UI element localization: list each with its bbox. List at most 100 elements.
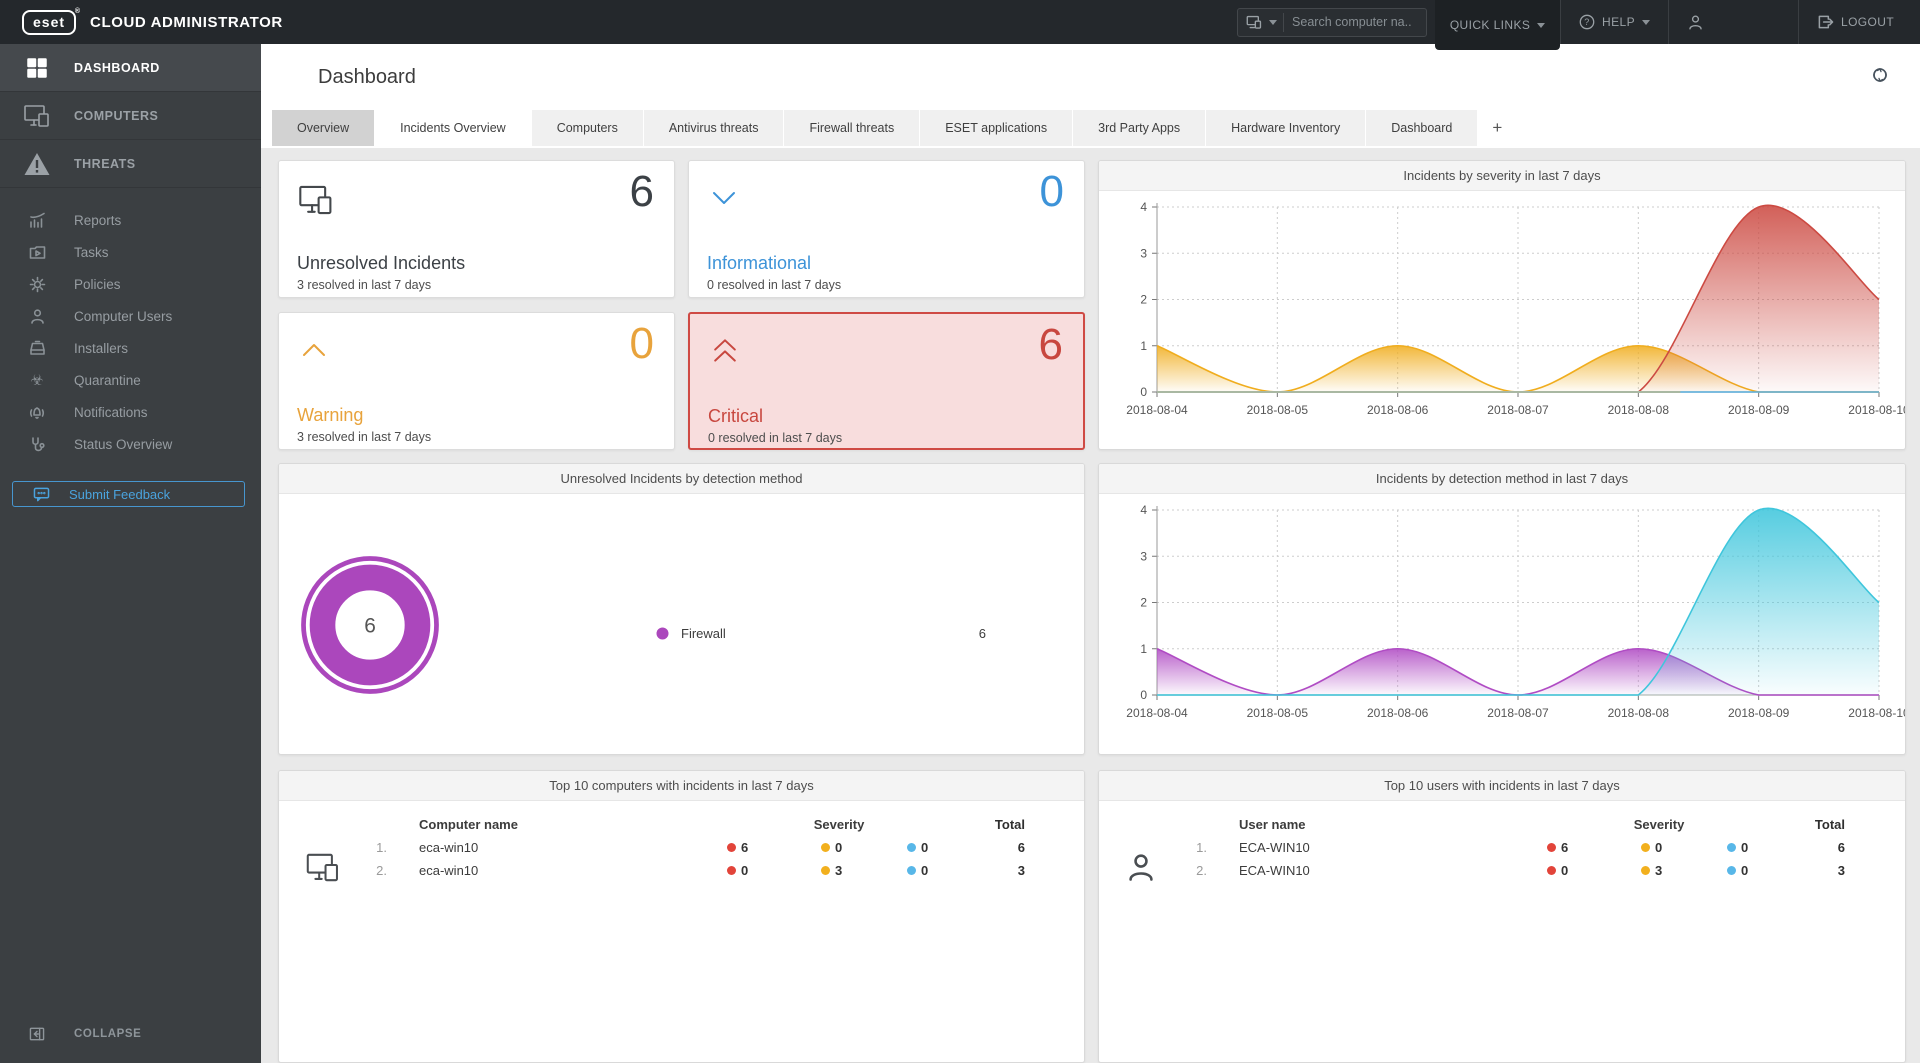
logout-button[interactable]: LOGOUT: [1798, 0, 1920, 44]
table-row[interactable]: 2. eca-win10 0 3 0 3: [279, 863, 1084, 886]
tasks-icon: [0, 244, 74, 261]
sidebar-item-label: THREATS: [74, 157, 136, 171]
sidebar-item-reports[interactable]: Reports: [0, 204, 261, 236]
table-row[interactable]: 1. eca-win10 6 0 0 6: [279, 840, 1084, 863]
search-scope-chevron-icon[interactable]: [1269, 20, 1277, 25]
svg-text:1: 1: [1140, 339, 1147, 353]
tab-firewall-threats[interactable]: Firewall threats: [784, 110, 919, 146]
svg-text:1: 1: [1140, 642, 1147, 656]
row-rank: 1.: [357, 840, 387, 855]
svg-text:4: 4: [1140, 200, 1147, 214]
search-input[interactable]: [1292, 15, 1412, 29]
submit-feedback-button[interactable]: Submit Feedback: [12, 481, 245, 507]
severity-warning: 3: [1641, 863, 1662, 878]
computer-name[interactable]: eca-win10: [419, 840, 478, 855]
svg-text:2018-08-05: 2018-08-05: [1247, 403, 1309, 417]
table-row[interactable]: 2. ECA-WIN10 0 3 0 3: [1099, 863, 1905, 886]
sidebar-item-label: Quarantine: [74, 373, 141, 388]
card-value: 0: [1040, 167, 1064, 217]
column-header-severity[interactable]: Severity: [1579, 817, 1739, 832]
card-unresolved-incidents[interactable]: 6 Unresolved Incidents 3 resolved in las…: [278, 160, 675, 298]
card-title: Informational: [707, 253, 811, 274]
card-subtitle: 3 resolved in last 7 days: [297, 278, 431, 292]
row-rank: 2.: [1177, 863, 1207, 878]
svg-text:2018-08-08: 2018-08-08: [1608, 403, 1670, 417]
card-warning[interactable]: 0 Warning 3 resolved in last 7 days: [278, 312, 675, 450]
tab-eset-applications[interactable]: ESET applications: [920, 110, 1072, 146]
sidebar-item-tasks[interactable]: Tasks: [0, 236, 261, 268]
help-menu[interactable]: ? HELP: [1560, 0, 1668, 44]
page-title: Dashboard: [318, 66, 416, 89]
computer-name[interactable]: eca-win10: [419, 863, 478, 878]
notifications-icon: [0, 404, 74, 421]
panel-top-users: Top 10 users with incidents in last 7 da…: [1098, 770, 1906, 1063]
quick-links-menu[interactable]: QUICK LINKS: [1435, 0, 1560, 50]
feedback-chat-icon: [13, 487, 69, 502]
severity-critical: 6: [727, 840, 748, 855]
warning-dot-icon: [821, 866, 830, 875]
legend-dot: [656, 627, 669, 640]
panel-title: Incidents by severity in last 7 days: [1099, 161, 1905, 191]
warning-dot-icon: [1641, 843, 1650, 852]
card-informational[interactable]: 0 Informational 0 resolved in last 7 day…: [688, 160, 1085, 298]
user-name[interactable]: ECA-WIN10: [1239, 840, 1310, 855]
sidebar-item-label: DASHBOARD: [74, 61, 160, 75]
donut-chart[interactable]: 6: [294, 549, 446, 701]
sidebar-item-threats[interactable]: THREATS: [0, 140, 261, 188]
incidents-by-detection-chart[interactable]: 012342018-08-042018-08-052018-08-062018-…: [1099, 494, 1906, 754]
search-box[interactable]: [1237, 8, 1427, 37]
tab-computers[interactable]: Computers: [532, 110, 643, 146]
divider: [1283, 13, 1284, 32]
eset-logo[interactable]: eset®: [22, 10, 76, 35]
tab-overview[interactable]: Overview: [272, 110, 374, 146]
refresh-button[interactable]: [1870, 65, 1890, 90]
card-critical[interactable]: 6 Critical 0 resolved in last 7 days: [688, 312, 1085, 450]
column-header-total[interactable]: Total: [959, 817, 1025, 832]
critical-dot-icon: [727, 843, 736, 852]
table-row[interactable]: 1. ECA-WIN10 6 0 0 6: [1099, 840, 1905, 863]
critical-dot-icon: [1547, 843, 1556, 852]
tab-antivirus-threats[interactable]: Antivirus threats: [644, 110, 784, 146]
sidebar-item-dashboard[interactable]: DASHBOARD: [0, 44, 261, 92]
collapse-sidebar-button[interactable]: COLLAPSE: [0, 1019, 261, 1049]
tab-3rd-party-apps[interactable]: 3rd Party Apps: [1073, 110, 1205, 146]
sidebar-item-status-overview[interactable]: Status Overview: [0, 428, 261, 460]
severity-informational: 0: [907, 863, 928, 878]
sidebar-item-computer-users[interactable]: Computer Users: [0, 300, 261, 332]
panel-title: Top 10 computers with incidents in last …: [279, 771, 1084, 801]
svg-text:2018-08-07: 2018-08-07: [1487, 403, 1549, 417]
svg-text:2018-08-10: 2018-08-10: [1848, 403, 1906, 417]
column-header-user-name[interactable]: User name: [1239, 817, 1305, 832]
column-header-total[interactable]: Total: [1779, 817, 1845, 832]
add-dashboard-tab-button[interactable]: +: [1478, 110, 1516, 146]
svg-text:3: 3: [1140, 246, 1147, 260]
main-content: Dashboard OverviewIncidents OverviewComp…: [261, 44, 1920, 1063]
sidebar-item-quarantine[interactable]: ☣ Quarantine: [0, 364, 261, 396]
sidebar-item-label: Installers: [74, 341, 128, 356]
sidebar-item-installers[interactable]: Installers: [0, 332, 261, 364]
user-icon: [1687, 14, 1704, 31]
row-total: 6: [959, 840, 1025, 855]
sidebar-item-notifications[interactable]: Notifications: [0, 396, 261, 428]
column-header-severity[interactable]: Severity: [759, 817, 919, 832]
left-column: 6 Unresolved Incidents 3 resolved in las…: [278, 160, 1085, 1063]
chevron-down-icon: [1537, 23, 1545, 28]
row-total: 3: [1779, 863, 1845, 878]
user-menu[interactable]: [1668, 0, 1798, 44]
sidebar-item-computers[interactable]: COMPUTERS: [0, 92, 261, 140]
reports-icon: [0, 212, 74, 229]
tab-dashboard[interactable]: Dashboard: [1366, 110, 1477, 146]
computer-icon: [1246, 15, 1263, 30]
user-name[interactable]: ECA-WIN10: [1239, 863, 1310, 878]
chevron-down-icon: [707, 183, 741, 218]
panel-incidents-by-severity: Incidents by severity in last 7 days 012…: [1098, 160, 1906, 450]
column-header-computer-name[interactable]: Computer name: [419, 817, 518, 832]
tab-hardware-inventory[interactable]: Hardware Inventory: [1206, 110, 1365, 146]
legend-item-firewall[interactable]: Firewall 6: [656, 626, 986, 641]
severity-critical: 0: [1547, 863, 1568, 878]
sidebar-item-policies[interactable]: Policies: [0, 268, 261, 300]
incidents-by-severity-chart[interactable]: 012342018-08-042018-08-052018-08-062018-…: [1099, 191, 1906, 449]
svg-text:2018-08-06: 2018-08-06: [1367, 706, 1429, 720]
tab-incidents-overview[interactable]: Incidents Overview: [375, 110, 531, 146]
informational-dot-icon: [907, 843, 916, 852]
